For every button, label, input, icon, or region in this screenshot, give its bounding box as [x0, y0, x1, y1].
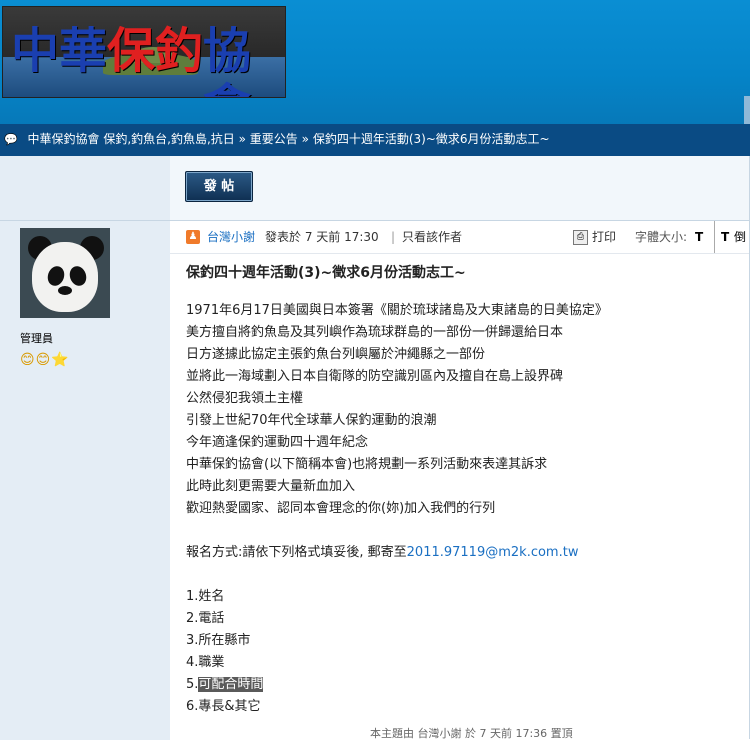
- site-header: 中華 保釣 協會: [0, 0, 750, 124]
- list-item: 1.姓名: [186, 589, 225, 604]
- header-edge-tab: [744, 96, 750, 124]
- printer-icon[interactable]: ⎙: [573, 230, 588, 245]
- font-size-large[interactable]: T: [714, 221, 729, 253]
- toolbar-left-panel: [0, 156, 170, 220]
- panda-nose: [58, 286, 72, 295]
- breadcrumb-home[interactable]: 中華保釣協會 保釣,釣魚台,釣魚島,抗日: [28, 132, 235, 146]
- list-item: 3.所在縣市: [186, 633, 251, 648]
- list-item: 4.職業: [186, 655, 225, 670]
- signup-text: 報名方式:請依下列格式填妥後, 郵寄至: [186, 545, 407, 560]
- breadcrumb-sep: »: [238, 132, 246, 146]
- body-line: 美方擅自將釣魚島及其列嶼作為琉球群島的一部份一併歸還給日本: [186, 325, 564, 340]
- author-link[interactable]: 台灣小謝: [207, 221, 255, 253]
- email-link[interactable]: 2011.97119@m2k.com.tw: [407, 545, 579, 560]
- body-line: 1971年6月17日美國與日本簽署《關於琉球諸島及大東諸島的日美協定》: [186, 303, 608, 318]
- body-line: 此時此刻更需要大量新血加入: [186, 479, 356, 494]
- logo-text-3: 協會: [203, 23, 252, 97]
- print-link[interactable]: 打印: [592, 221, 616, 253]
- post-body: 1971年6月17日美國與日本簽署《關於琉球諸島及大東諸島的日美協定》 美方擅自…: [186, 300, 608, 718]
- breadcrumb-sep: »: [301, 132, 309, 146]
- signup-line: 報名方式:請依下列格式填妥後, 郵寄至2011.97119@m2k.com.tw: [186, 542, 608, 564]
- site-logo[interactable]: 中華 保釣 協會: [2, 6, 286, 98]
- panda-face: [32, 242, 98, 312]
- breadcrumb-thread[interactable]: 保釣四十週年活動(3)~徵求6月份活動志工~: [313, 132, 550, 146]
- reverse-order-link[interactable]: 倒: [734, 221, 746, 253]
- list-item: 2.電話: [186, 611, 225, 626]
- breadcrumb-forum[interactable]: 重要公告: [250, 132, 298, 146]
- body-line: 中華保釣協會(以下簡稱本會)也將規劃一系列活動來表達其訴求: [186, 457, 548, 472]
- author-role: 管理員: [20, 332, 53, 345]
- chat-icon: 💬: [4, 133, 18, 146]
- user-icon: ♟: [186, 230, 200, 244]
- post-title: 保釣四十週年活動(3)~徵求6月份活動志工~: [186, 265, 466, 281]
- avatar[interactable]: [20, 228, 110, 318]
- rank-badges: 😊😊⭐: [20, 352, 70, 368]
- post-meta: ♟ 台灣小謝 發表於 7 天前 17:30 | 只看該作者 ⎙ 打印 字體大小:…: [170, 220, 750, 254]
- font-size-label: 字體大小:: [635, 230, 688, 244]
- list-item: 5.可配合時間: [186, 674, 608, 696]
- selected-text: 可配合時間: [198, 677, 264, 692]
- breadcrumb: 💬 中華保釣協會 保釣,釣魚台,釣魚島,抗日 » 重要公告 » 保釣四十週年活動…: [0, 124, 750, 156]
- body-line: 今年適逢保釣運動四十週年紀念: [186, 435, 369, 450]
- meta-separator: |: [391, 230, 396, 244]
- body-line: 日方遂據此協定主張釣魚台列嶼屬於沖繩縣之一部份: [186, 347, 486, 362]
- logo-text-1: 中華: [11, 23, 108, 79]
- new-post-button[interactable]: 發 帖: [185, 171, 253, 202]
- body-line: 歡迎熱愛國家、認同本會理念的你(妳)加入我們的行列: [186, 501, 496, 516]
- list-item: 6.專長&其它: [186, 699, 261, 714]
- only-author-link[interactable]: 只看該作者: [402, 221, 462, 253]
- body-line: 並將此一海域劃入日本自衛隊的防空識別區內及擅自在島上設界碑: [186, 369, 564, 384]
- font-size-small[interactable]: T: [695, 221, 703, 253]
- body-line: 引發上世紀70年代全球華人保釣運動的浪潮: [186, 413, 437, 428]
- list-item-number: 5.: [186, 677, 199, 692]
- post-time: 發表於 7 天前 17:30: [265, 230, 379, 244]
- body-line: 公然侵犯我領土主權: [186, 391, 304, 406]
- logo-text-2: 保釣: [107, 23, 204, 79]
